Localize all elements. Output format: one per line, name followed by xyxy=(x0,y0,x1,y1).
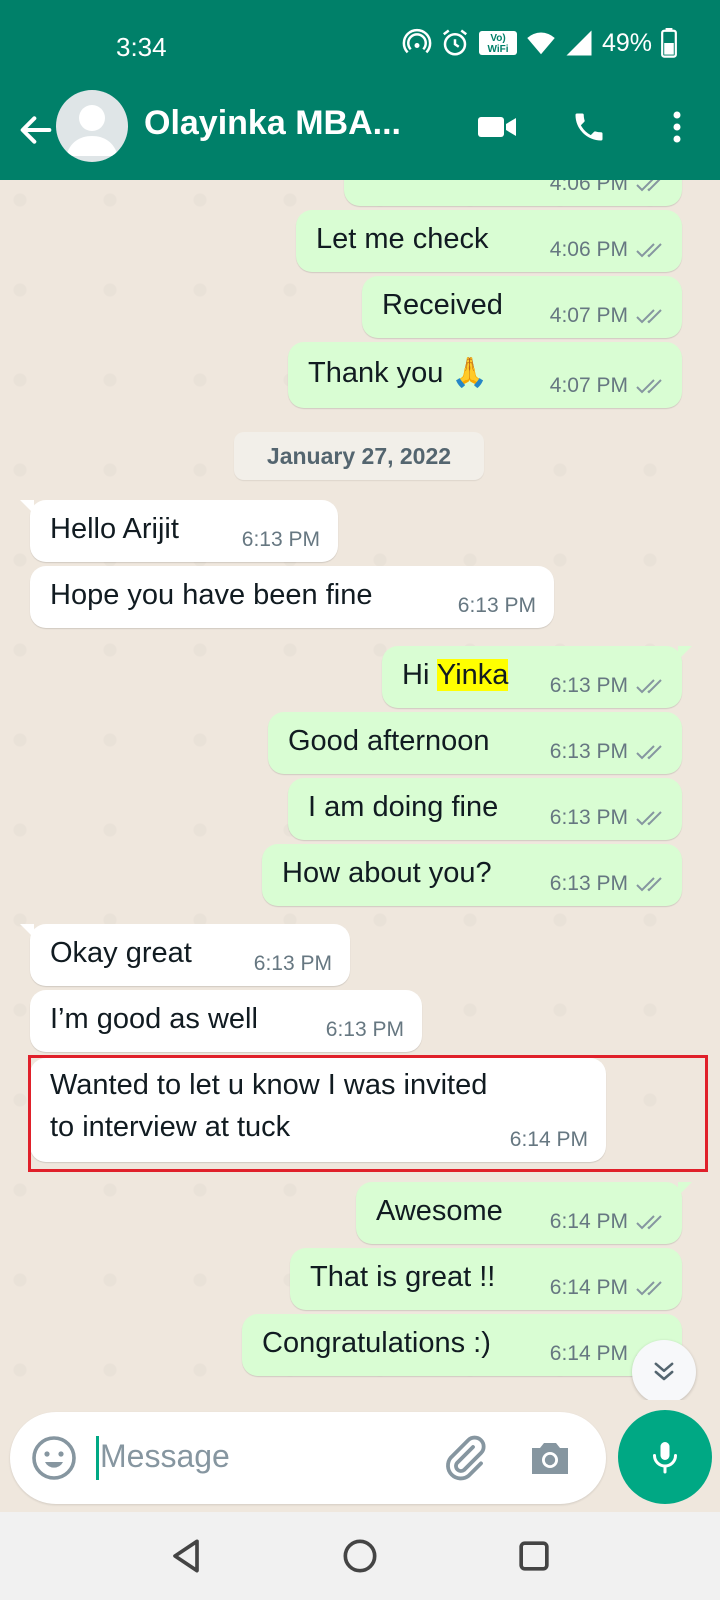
message-text: Awesome xyxy=(376,1195,503,1227)
chat-area[interactable]: Awesome 4:06 PM Let me check 4:06 PM Rec… xyxy=(0,180,720,1400)
message-bubble-outgoing[interactable]: Received 4:07 PM xyxy=(362,276,682,338)
emoji-icon[interactable] xyxy=(30,1434,78,1482)
app-header: 3:34 Vo) WiFi 49% Olayinka MBA... xyxy=(0,0,720,180)
phone-icon xyxy=(575,113,603,141)
message-bubble-outgoing[interactable]: Good afternoon 6:13 PM xyxy=(268,712,682,774)
message-time: 6:13 PM xyxy=(325,1018,404,1041)
message-text: Awesome xyxy=(364,180,491,190)
message-bubble-incoming[interactable]: I’m good as well 6:13 PM xyxy=(30,990,422,1052)
read-ticks-icon xyxy=(636,243,662,258)
message-bubble-outgoing[interactable]: I am doing fine 6:13 PM xyxy=(288,778,682,840)
message-time: 6:13 PM xyxy=(549,674,628,697)
read-ticks-icon xyxy=(636,379,662,394)
message-time: 4:07 PM xyxy=(549,304,628,327)
read-ticks-icon xyxy=(636,877,662,892)
nav-home-icon[interactable] xyxy=(338,1534,382,1578)
wifi-icon xyxy=(527,32,555,55)
message-bubble-outgoing[interactable]: How about you? 6:13 PM xyxy=(262,844,682,906)
message-bubble-outgoing[interactable]: Let me check 4:06 PM xyxy=(296,210,682,272)
message-bubble-outgoing[interactable]: That is great !! 6:14 PM xyxy=(290,1248,682,1310)
status-time: 3:34 xyxy=(116,32,167,62)
message-text: Received xyxy=(382,289,503,321)
message-time: 6:14 PM xyxy=(549,1276,628,1299)
camera-icon[interactable] xyxy=(526,1434,574,1482)
svg-text:WiFi: WiFi xyxy=(487,44,508,55)
back-arrow-icon[interactable] xyxy=(16,110,56,150)
read-ticks-icon xyxy=(636,811,662,826)
more-vertical-icon xyxy=(673,111,681,143)
voice-call-button[interactable] xyxy=(566,104,612,150)
status-bar: 3:34 Vo) WiFi 49% xyxy=(0,0,720,92)
battery-percent: 49% xyxy=(601,28,652,57)
message-bubble-outgoing[interactable]: Thank you 🙏 4:07 PM xyxy=(288,342,682,408)
attach-icon[interactable] xyxy=(440,1434,488,1482)
message-text: Hope you have been fine xyxy=(50,579,373,611)
more-options-button[interactable] xyxy=(654,104,700,150)
read-ticks-icon xyxy=(636,180,661,192)
video-call-icon xyxy=(478,117,516,137)
read-ticks-icon xyxy=(636,1215,662,1230)
svg-text:Vo): Vo) xyxy=(490,33,505,44)
date-separator: January 27, 2022 xyxy=(234,432,484,480)
message-bubble-incoming[interactable]: Okay great 6:13 PM xyxy=(20,924,350,986)
microphone-icon xyxy=(653,1442,677,1474)
message-text: I’m good as well xyxy=(50,1003,258,1035)
message-time: 4:07 PM xyxy=(549,374,628,397)
read-ticks-icon xyxy=(636,1281,662,1296)
message-text: I am doing fine xyxy=(308,791,499,823)
message-text: Let me check xyxy=(316,223,489,255)
message-time: 6:13 PM xyxy=(549,872,628,895)
double-chevron-down-icon xyxy=(654,1362,674,1381)
read-ticks-icon xyxy=(636,679,662,694)
message-bubble-outgoing[interactable]: Congratulations :) 6:14 PM xyxy=(242,1314,682,1376)
hotspot-icon xyxy=(402,28,432,54)
message-time: 6:13 PM xyxy=(549,740,628,763)
scroll-to-bottom-button[interactable] xyxy=(632,1340,696,1400)
read-ticks-icon xyxy=(636,745,662,760)
message-composer: Message xyxy=(10,1412,606,1504)
message-time: 6:14 PM xyxy=(549,1210,628,1233)
voice-message-button[interactable] xyxy=(618,1410,712,1504)
highlighted-name: Yinka xyxy=(436,659,509,691)
message-time: 6:13 PM xyxy=(241,528,320,551)
message-time: 4:06 PM xyxy=(549,238,628,261)
chat-appbar: Olayinka MBA... xyxy=(0,88,720,180)
alarm-icon xyxy=(442,29,467,56)
contact-name[interactable]: Olayinka MBA... xyxy=(144,104,401,143)
message-text: Congratulations :) xyxy=(262,1327,491,1359)
default-avatar-icon xyxy=(66,105,118,156)
message-bubble-outgoing[interactable]: Hi Yinka 6:13 PM xyxy=(382,646,692,708)
read-ticks-icon xyxy=(636,309,662,324)
message-bubble-incoming[interactable]: Hope you have been fine 6:13 PM xyxy=(30,566,554,628)
message-text: How about you? xyxy=(282,857,492,889)
message-time: 6:13 PM xyxy=(549,806,628,829)
nav-back-icon[interactable] xyxy=(164,1534,208,1578)
message-bubble-outgoing[interactable]: Awesome 6:14 PM xyxy=(356,1182,692,1244)
nav-recents-icon[interactable] xyxy=(512,1534,556,1578)
message-text: Hi Yinka xyxy=(402,659,509,691)
battery-icon xyxy=(661,28,677,58)
contact-avatar[interactable] xyxy=(56,90,128,162)
message-time: 4:06 PM xyxy=(549,180,628,195)
message-text: Good afternoon xyxy=(288,725,490,757)
signal-icon xyxy=(566,30,592,56)
message-time: 6:14 PM xyxy=(549,1342,628,1365)
message-time: 6:13 PM xyxy=(457,594,536,617)
message-bubble-incoming[interactable]: Hello Arijit 6:13 PM xyxy=(20,500,338,562)
message-time: 6:13 PM xyxy=(253,952,332,975)
video-call-button[interactable] xyxy=(474,104,520,150)
message-bubble-outgoing[interactable]: Awesome 4:06 PM xyxy=(344,180,682,206)
message-text: Hello Arijit xyxy=(50,513,179,545)
message-text: Okay great xyxy=(50,937,192,969)
message-input[interactable]: Message xyxy=(100,1438,230,1475)
vowifi-icon: Vo)WiFi xyxy=(478,31,517,55)
message-text: That is great !! xyxy=(310,1261,496,1293)
highlight-box xyxy=(28,1055,708,1172)
message-text: Thank you 🙏 xyxy=(308,357,488,389)
system-navigation-bar xyxy=(0,1512,720,1600)
text-cursor xyxy=(96,1436,99,1480)
